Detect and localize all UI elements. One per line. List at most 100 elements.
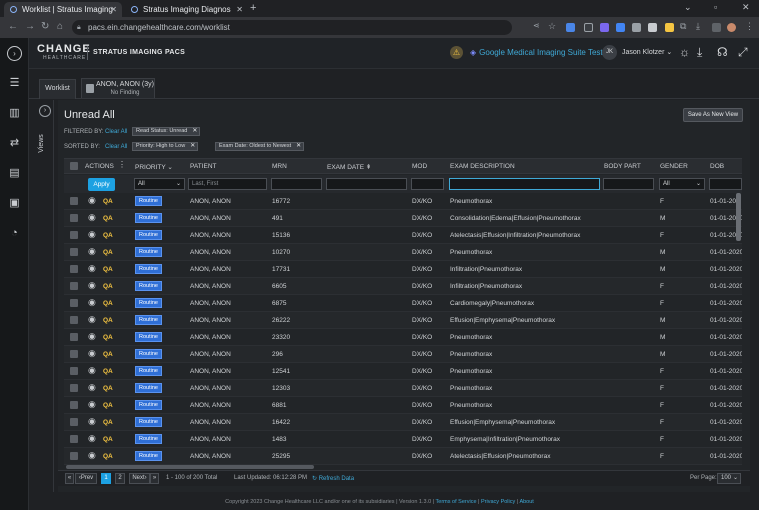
sidebar-panel-icon[interactable] (712, 23, 721, 32)
tab-patient-study[interactable]: ANON, ANON (3y) No Finding (81, 78, 155, 98)
qa-status[interactable]: QA (103, 215, 113, 222)
col-priority[interactable]: PRIORITY ⌄ (135, 163, 173, 171)
row-checkbox[interactable] (70, 214, 78, 222)
maximize-icon[interactable]: ▫ (714, 2, 717, 12)
eye-icon[interactable]: ◉ (88, 297, 96, 308)
extension-icon[interactable] (584, 23, 593, 32)
warning-icon[interactable]: ⚠ (450, 46, 463, 59)
forward-icon[interactable]: → (25, 21, 35, 32)
row-checkbox[interactable] (70, 231, 78, 239)
save-as-new-view-button[interactable]: Save As New View (683, 108, 743, 122)
refresh-data-link[interactable]: ↻ Refresh Data (312, 475, 354, 482)
eye-icon[interactable]: ◉ (88, 229, 96, 240)
transfer-icon[interactable]: ⇄ (7, 136, 22, 151)
theme-sun-icon[interactable]: ☼ (679, 45, 690, 59)
user-menu[interactable]: Jason Klotzer ⌄ (622, 48, 672, 56)
col-exam-date[interactable]: EXAM DATE ⇞ (327, 163, 371, 171)
row-checkbox[interactable] (70, 265, 78, 273)
row-checkbox[interactable] (70, 367, 78, 375)
qa-status[interactable]: QA (103, 300, 113, 307)
puzzle-icon[interactable]: ⧉ (680, 21, 686, 32)
eye-icon[interactable]: ◉ (88, 382, 96, 393)
col-patient[interactable]: PATIENT (190, 163, 216, 170)
horizontal-scrollbar[interactable] (66, 465, 314, 469)
row-checkbox[interactable] (70, 435, 78, 443)
close-window-icon[interactable]: ✕ (742, 2, 750, 13)
eye-icon[interactable]: ◉ (88, 263, 96, 274)
clear-filters-link[interactable]: Clear All (105, 129, 127, 135)
clear-sort-link[interactable]: Clear All (105, 144, 127, 150)
download-icon[interactable]: ⤓ (697, 45, 702, 60)
qa-status[interactable]: QA (103, 334, 113, 341)
qa-status[interactable]: QA (103, 249, 113, 256)
row-checkbox[interactable] (70, 350, 78, 358)
browser-tab-worklist[interactable]: Worklist | Stratus Imaging ✕ (4, 2, 122, 17)
reload-icon[interactable]: ↻ (41, 21, 49, 32)
extension-icon[interactable] (632, 23, 641, 32)
eye-icon[interactable]: ◉ (88, 433, 96, 444)
next-page-button[interactable]: Next› (129, 473, 150, 484)
vertical-scrollbar[interactable] (736, 193, 741, 241)
eye-icon[interactable]: ◉ (88, 246, 96, 257)
views-label[interactable]: Views (38, 134, 45, 153)
eye-icon[interactable]: ◉ (88, 331, 96, 342)
table-row[interactable]: ◉ QA Routine ANON, ANON 16422 DX/KO Effusion|E… (64, 414, 742, 431)
table-row[interactable]: ◉ QA Routine ANON, ANON 296 DX/KO Pneumothorax… (64, 346, 742, 363)
extension-icon[interactable] (648, 23, 657, 32)
first-page-button[interactable]: « (65, 473, 74, 484)
exam-description-filter-input[interactable] (449, 178, 600, 190)
qa-status[interactable]: QA (103, 402, 113, 409)
table-row[interactable]: ◉ QA Routine ANON, ANON 6875 DX/KO Cardiomegal… (64, 295, 742, 312)
terms-link[interactable]: Terms of Service (436, 499, 477, 505)
bookmark-star-icon[interactable]: ☆ (548, 21, 556, 32)
apply-filters-button[interactable]: Apply (88, 178, 115, 191)
worklist-icon[interactable]: ☰ (7, 76, 22, 91)
table-row[interactable]: ◉ QA Routine ANON, ANON 491 DX/KO Consolidatio… (64, 210, 742, 227)
profile-avatar-icon[interactable] (727, 23, 736, 32)
row-checkbox[interactable] (70, 384, 78, 392)
col-gender[interactable]: GENDER (660, 163, 688, 170)
body-part-filter-input[interactable] (603, 178, 654, 190)
dashboard-icon[interactable]: ◔ (7, 226, 22, 241)
col-mod[interactable]: MOD (412, 163, 427, 170)
gender-filter-select[interactable]: All ⌄ (659, 178, 705, 190)
about-link[interactable]: About (519, 499, 533, 505)
download-icon[interactable]: ⤓ (696, 21, 700, 32)
mrn-filter-input[interactable] (271, 178, 322, 190)
per-page-select[interactable]: 100 ⌄ (717, 473, 741, 484)
row-checkbox[interactable] (70, 248, 78, 256)
kebab-menu-icon[interactable]: ⋮ (745, 21, 754, 32)
eye-icon[interactable]: ◉ (88, 399, 96, 410)
column-menu-icon[interactable]: ⋮ (118, 160, 126, 169)
eye-icon[interactable]: ◉ (88, 416, 96, 427)
mod-filter-input[interactable] (411, 178, 444, 190)
priority-filter-select[interactable]: All ⌄ (134, 178, 185, 190)
prev-page-button[interactable]: ‹Prev (75, 473, 97, 484)
share-icon[interactable]: ⋖ (533, 21, 540, 30)
suite-link[interactable]: ◈ Google Medical Imaging Suite Test (470, 48, 603, 57)
row-checkbox[interactable] (70, 401, 78, 409)
extension-icon[interactable] (616, 23, 625, 32)
views-toggle-icon[interactable]: › (39, 105, 51, 117)
remove-chip-icon[interactable]: ✕ (296, 143, 301, 150)
qa-status[interactable]: QA (103, 266, 113, 273)
last-page-button[interactable]: » (150, 473, 159, 484)
dob-filter-input[interactable] (709, 178, 742, 190)
row-checkbox[interactable] (70, 418, 78, 426)
privacy-link[interactable]: Privacy Policy (481, 499, 515, 505)
row-checkbox[interactable] (70, 282, 78, 290)
new-tab-icon[interactable]: + (250, 2, 256, 14)
browser-tab-diagnostic[interactable]: Stratus Imaging Diagnos ✕ (125, 2, 248, 17)
row-checkbox[interactable] (70, 299, 78, 307)
eye-icon[interactable]: ◉ (88, 348, 96, 359)
qa-status[interactable]: QA (103, 351, 113, 358)
table-row[interactable]: ◉ QA Routine ANON, ANON 25295 DX/KO Atelectasi… (64, 448, 742, 465)
qa-status[interactable]: QA (103, 385, 113, 392)
address-bar[interactable]: 🔒︎ pacs.ein.changehealthcare.com/worklis… (72, 20, 512, 35)
qa-status[interactable]: QA (103, 198, 113, 205)
expand-rail-icon[interactable]: › (7, 46, 22, 61)
back-icon[interactable]: ← (8, 21, 18, 32)
extension-icon[interactable] (566, 23, 575, 32)
row-checkbox[interactable] (70, 316, 78, 324)
col-mrn[interactable]: MRN (272, 163, 287, 170)
